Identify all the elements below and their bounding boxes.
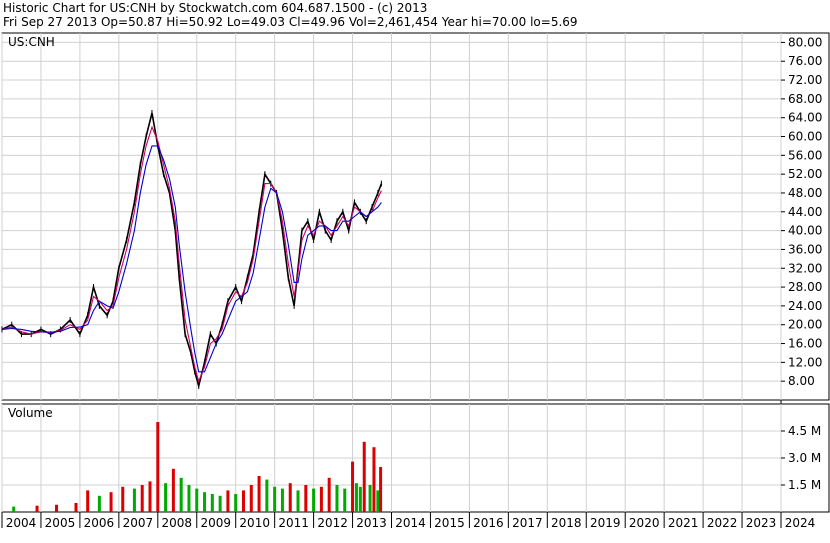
volume-bar (241, 490, 245, 512)
volume-bar (171, 468, 175, 512)
volume-bar (351, 461, 355, 512)
volume-bar (121, 486, 125, 512)
volume-bar (55, 504, 59, 512)
price-series-line (1, 145, 382, 373)
price-y-tick-label: 24.00 (788, 299, 822, 313)
price-y-tick-label: 8.00 (788, 374, 815, 388)
x-tick-label: 2016 (473, 516, 504, 530)
price-y-tick-label: 76.00 (788, 54, 822, 68)
volume-bar (12, 506, 16, 512)
x-tick-label: 2004 (6, 516, 37, 530)
volume-bar (335, 485, 339, 512)
x-tick-label: 2005 (45, 516, 76, 530)
price-y-tick-label: 48.00 (788, 186, 822, 200)
volume-bar (265, 479, 269, 512)
price-y-tick-label: 32.00 (788, 261, 822, 275)
x-tick-label: 2008 (162, 516, 193, 530)
volume-bar (148, 481, 152, 512)
x-tick-label: 2014 (395, 516, 426, 530)
x-tick-label: 2023 (746, 516, 777, 530)
volume-bar (372, 447, 376, 512)
x-tick-label: 2017 (512, 516, 543, 530)
x-tick-label: 2020 (629, 516, 660, 530)
x-tick-label: 2012 (317, 516, 348, 530)
volume-bar (210, 494, 214, 512)
volume-bar (156, 422, 160, 512)
volume-bar (86, 490, 90, 512)
volume-bar (109, 492, 113, 512)
price-y-tick-label: 28.00 (788, 280, 822, 294)
volume-bar (327, 477, 331, 512)
x-tick-label: 2019 (590, 516, 621, 530)
price-y-tick-label: 16.00 (788, 337, 822, 351)
price-y-tick-label: 56.00 (788, 148, 822, 162)
price-y-tick-label: 36.00 (788, 242, 822, 256)
volume-bar (97, 495, 101, 512)
x-tick-label: 2006 (84, 516, 115, 530)
volume-bar (218, 495, 222, 512)
price-y-tick-label: 40.00 (788, 224, 822, 238)
volume-bar (273, 486, 277, 512)
volume-bar (280, 488, 284, 512)
price-y-tick-label: 20.00 (788, 318, 822, 332)
volume-bar (234, 494, 238, 512)
volume-bar (140, 485, 144, 512)
volume-bar (354, 483, 358, 512)
volume-bar (304, 485, 308, 512)
x-tick-label: 2024 (785, 516, 816, 530)
volume-bar (35, 505, 39, 512)
x-tick-label: 2009 (200, 516, 231, 530)
x-tick-label: 2010 (239, 516, 270, 530)
x-tick-label: 2007 (123, 516, 154, 530)
x-tick-label: 2021 (668, 516, 699, 530)
volume-bar (319, 486, 323, 512)
volume-y-tick-label: 3.0 M (788, 451, 821, 465)
volume-panel-title: Volume (8, 406, 53, 420)
price-y-tick-label: 44.00 (788, 205, 822, 219)
volume-bar (187, 485, 191, 512)
volume-bar (179, 477, 183, 512)
volume-bar (164, 483, 168, 512)
volume-bar (203, 492, 207, 512)
x-tick-label: 2015 (434, 516, 465, 530)
chart-canvas: 2004 2005 2006 2007 2008 2009 2010 2011 2012 2013… (1, 32, 830, 530)
volume-y-tick-label: 1.5 M (788, 478, 821, 492)
volume-bar (312, 488, 316, 512)
price-y-tick-label: 68.00 (788, 92, 822, 106)
volume-bar (288, 483, 292, 512)
stock-chart-window: Historic Chart for US:CNH by Stockwatch.… (0, 0, 830, 543)
price-y-tick-label: 72.00 (788, 73, 822, 87)
x-tick-label: 2011 (278, 516, 309, 530)
volume-bar (362, 441, 366, 512)
x-tick-label: 2018 (551, 516, 582, 530)
volume-bar (249, 485, 253, 512)
price-y-tick-label: 52.00 (788, 167, 822, 181)
volume-bar (257, 476, 261, 512)
volume-y-tick-label: 4.5 M (788, 424, 821, 438)
x-tick-label: 2022 (707, 516, 738, 530)
price-panel-frame (1, 32, 830, 401)
x-tick-label: 2013 (356, 516, 387, 530)
price-y-tick-label: 12.00 (788, 355, 822, 369)
price-panel-symbol: US:CNH (8, 35, 55, 49)
volume-bar (226, 490, 230, 512)
volume-bar (343, 488, 347, 512)
volume-bar (74, 503, 78, 512)
volume-bar (132, 488, 136, 512)
volume-bar (358, 486, 362, 512)
volume-bar (368, 485, 372, 512)
volume-bar (379, 467, 383, 512)
volume-bar (376, 490, 380, 512)
volume-bar (195, 488, 199, 512)
price-y-tick-label: 64.00 (788, 111, 822, 125)
price-y-tick-label: 60.00 (788, 130, 822, 144)
volume-bar (296, 490, 300, 512)
price-y-tick-label: 80.00 (788, 35, 822, 49)
